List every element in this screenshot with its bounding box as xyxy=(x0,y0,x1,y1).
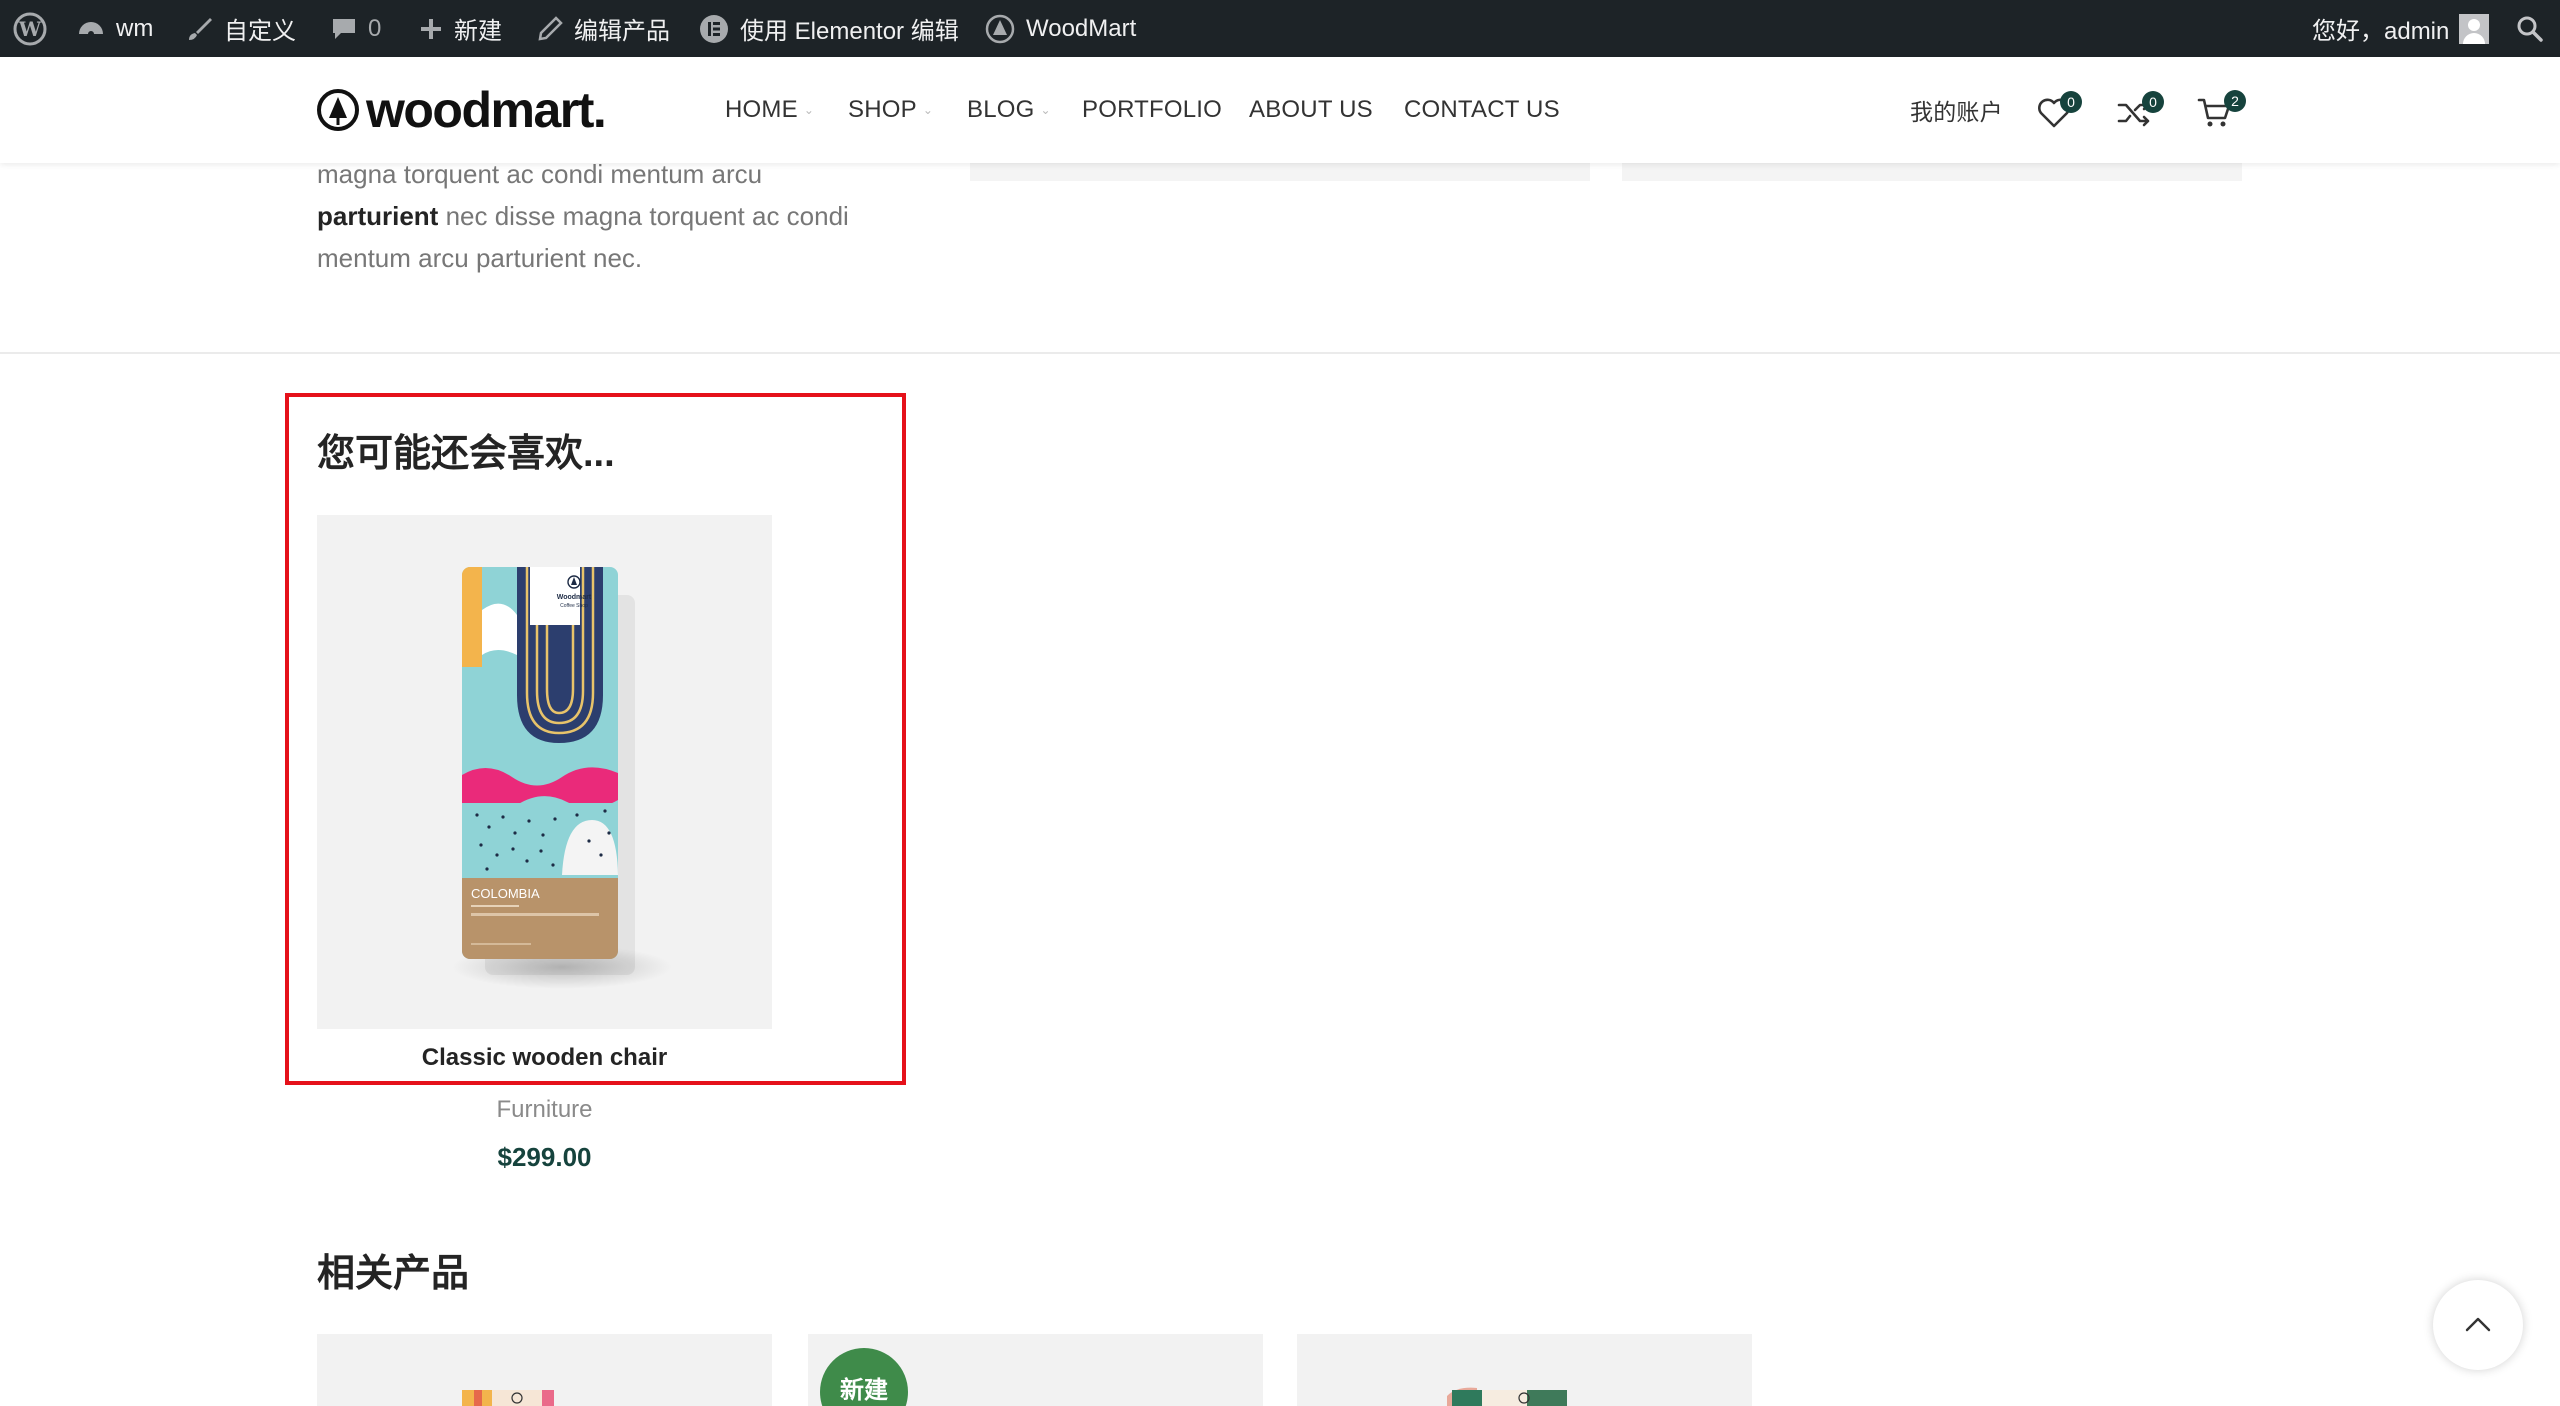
nav-shop[interactable]: SHOP ⌄ xyxy=(848,57,933,163)
woodmart-menu[interactable]: WoodMart xyxy=(984,0,1136,57)
compare-count-badge: 0 xyxy=(2142,91,2164,113)
previous-card-bottom xyxy=(1622,163,2242,181)
woodmart-label: WoodMart xyxy=(1026,14,1137,42)
description-text: magna torquent ac condi mentum arcu part… xyxy=(317,153,917,279)
logo-text: woodmart. xyxy=(366,82,607,138)
plus-icon xyxy=(421,18,441,39)
scroll-to-top-button[interactable] xyxy=(2433,1280,2523,1370)
description-line: parturient nec disse magna torquent ac c… xyxy=(317,195,917,237)
product-package-image xyxy=(462,1390,554,1406)
chevron-down-icon: ⌄ xyxy=(803,103,815,117)
elementor-label: 使用 Elementor 编辑 xyxy=(740,18,959,45)
nav-home-label: HOME xyxy=(725,96,798,123)
nav-portfolio[interactable]: PORTFOLIO xyxy=(1082,57,1222,163)
nav-shop-label: SHOP xyxy=(848,96,917,123)
brush-icon xyxy=(189,17,212,40)
nav-contact-label: CONTACT US xyxy=(1404,96,1560,123)
product-package-image xyxy=(1447,1387,1567,1406)
description-line: mentum arcu parturient nec. xyxy=(317,243,643,273)
previous-card-bottom xyxy=(970,163,1590,181)
elementor-edit-link[interactable]: 使用 Elementor 编辑 xyxy=(698,0,959,57)
new-label: 新建 xyxy=(454,18,502,45)
comment-icon xyxy=(333,18,355,39)
related-product-image[interactable]: 新建 xyxy=(808,1334,1263,1406)
woodmart-icon xyxy=(985,14,1015,43)
chevron-down-icon: ⌄ xyxy=(922,103,934,117)
comments-count: 0 xyxy=(368,14,382,42)
logo-tree-icon xyxy=(317,89,359,131)
dashboard-icon xyxy=(79,21,103,37)
admin-bar: W wm 自定义 0 新建 编辑产品 使用 Elementor 编辑 WoodM… xyxy=(0,0,2560,57)
greeting: 您好，admin xyxy=(2312,18,2450,45)
pencil-icon xyxy=(538,15,563,41)
edit-product-label: 编辑产品 xyxy=(574,18,670,45)
cart-button[interactable]: 2 xyxy=(2196,89,2246,129)
my-account-label: 我的账户 xyxy=(1910,99,2003,125)
related-title: 相关产品 xyxy=(317,1253,470,1295)
edit-product-link[interactable]: 编辑产品 xyxy=(536,0,670,57)
wordpress-logo-icon[interactable]: W xyxy=(12,0,48,57)
chevron-down-icon: ⌄ xyxy=(1040,103,1051,117)
nav-about-label: ABOUT US xyxy=(1249,96,1373,123)
search-icon[interactable] xyxy=(2516,0,2544,57)
svg-text:W: W xyxy=(18,17,42,41)
my-account-link[interactable]: 我的账户 xyxy=(1910,57,2003,163)
new-badge: 新建 xyxy=(820,1348,908,1406)
section-divider xyxy=(0,352,2560,354)
customize-link[interactable]: 自定义 xyxy=(186,0,296,57)
nav-blog-label: BLOG xyxy=(967,96,1035,123)
account-menu[interactable]: 您好，admin xyxy=(2312,0,2490,57)
wishlist-count-badge: 0 xyxy=(2060,91,2082,113)
new-content-menu[interactable]: 新建 xyxy=(418,0,502,57)
highlight-box xyxy=(285,393,906,1085)
description-text-span: nec disse magna torquent ac condi xyxy=(438,201,849,231)
nav-home[interactable]: HOME ⌄ xyxy=(725,57,814,163)
site-menu[interactable]: wm xyxy=(76,0,153,57)
description-bold: parturient xyxy=(317,201,439,231)
nav-contact-us[interactable]: CONTACT US xyxy=(1404,57,1560,163)
related-product-image[interactable] xyxy=(317,1334,772,1406)
customize-label: 自定义 xyxy=(224,18,296,45)
product-category[interactable]: Furniture xyxy=(317,1096,772,1124)
product-price: $299.00 xyxy=(497,1142,592,1172)
nav-portfolio-label: PORTFOLIO xyxy=(1082,96,1223,123)
nav-about-us[interactable]: ABOUT US xyxy=(1249,57,1373,163)
comments-link[interactable]: 0 xyxy=(330,0,381,57)
cart-count-badge: 2 xyxy=(2224,90,2246,112)
related-product-image[interactable] xyxy=(1297,1334,1752,1406)
elementor-icon xyxy=(700,14,728,43)
site-logo[interactable]: woodmart. xyxy=(316,79,607,141)
avatar xyxy=(2459,13,2490,44)
site-name: wm xyxy=(116,14,154,42)
site-header: woodmart. HOME ⌄ SHOP ⌄ BLOG ⌄ PORTFOLIO AB… xyxy=(0,57,2560,163)
nav-blog[interactable]: BLOG ⌄ xyxy=(967,57,1051,163)
wishlist-button[interactable]: 0 xyxy=(2036,89,2082,129)
chevron-up-icon xyxy=(2465,1317,2491,1332)
compare-button[interactable]: 0 xyxy=(2116,89,2164,129)
